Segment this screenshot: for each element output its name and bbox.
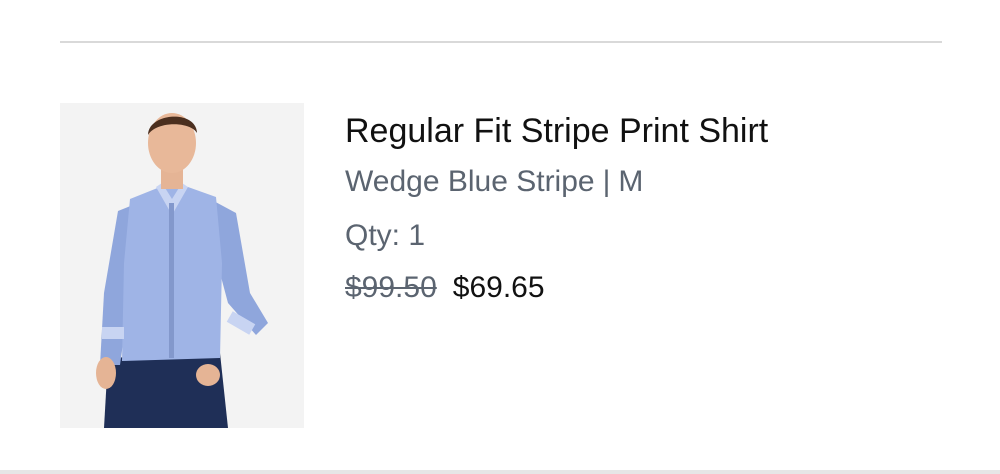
quantity: Qty: 1 (345, 216, 945, 256)
variant-size: M (618, 165, 644, 198)
sale-price: $69.65 (452, 271, 545, 304)
quantity-label: Qty: (345, 219, 401, 252)
product-image[interactable] (60, 103, 304, 428)
cart-page: Regular Fit Stripe Print Shirt Wedge Blu… (0, 0, 1000, 474)
original-price: $99.50 (345, 271, 437, 304)
variant-separator: | (602, 165, 611, 198)
product-photo-icon (60, 103, 304, 428)
top-divider (60, 41, 942, 43)
product-details: Regular Fit Stripe Print Shirt Wedge Blu… (345, 108, 945, 308)
price-row: $99.50 $69.65 (345, 268, 945, 308)
variant-color: Wedge Blue Stripe (345, 165, 595, 198)
product-variant: Wedge Blue Stripe | M (345, 162, 945, 202)
product-title[interactable]: Regular Fit Stripe Print Shirt (345, 108, 945, 154)
bottom-divider (0, 470, 1000, 474)
quantity-value: 1 (408, 219, 426, 252)
